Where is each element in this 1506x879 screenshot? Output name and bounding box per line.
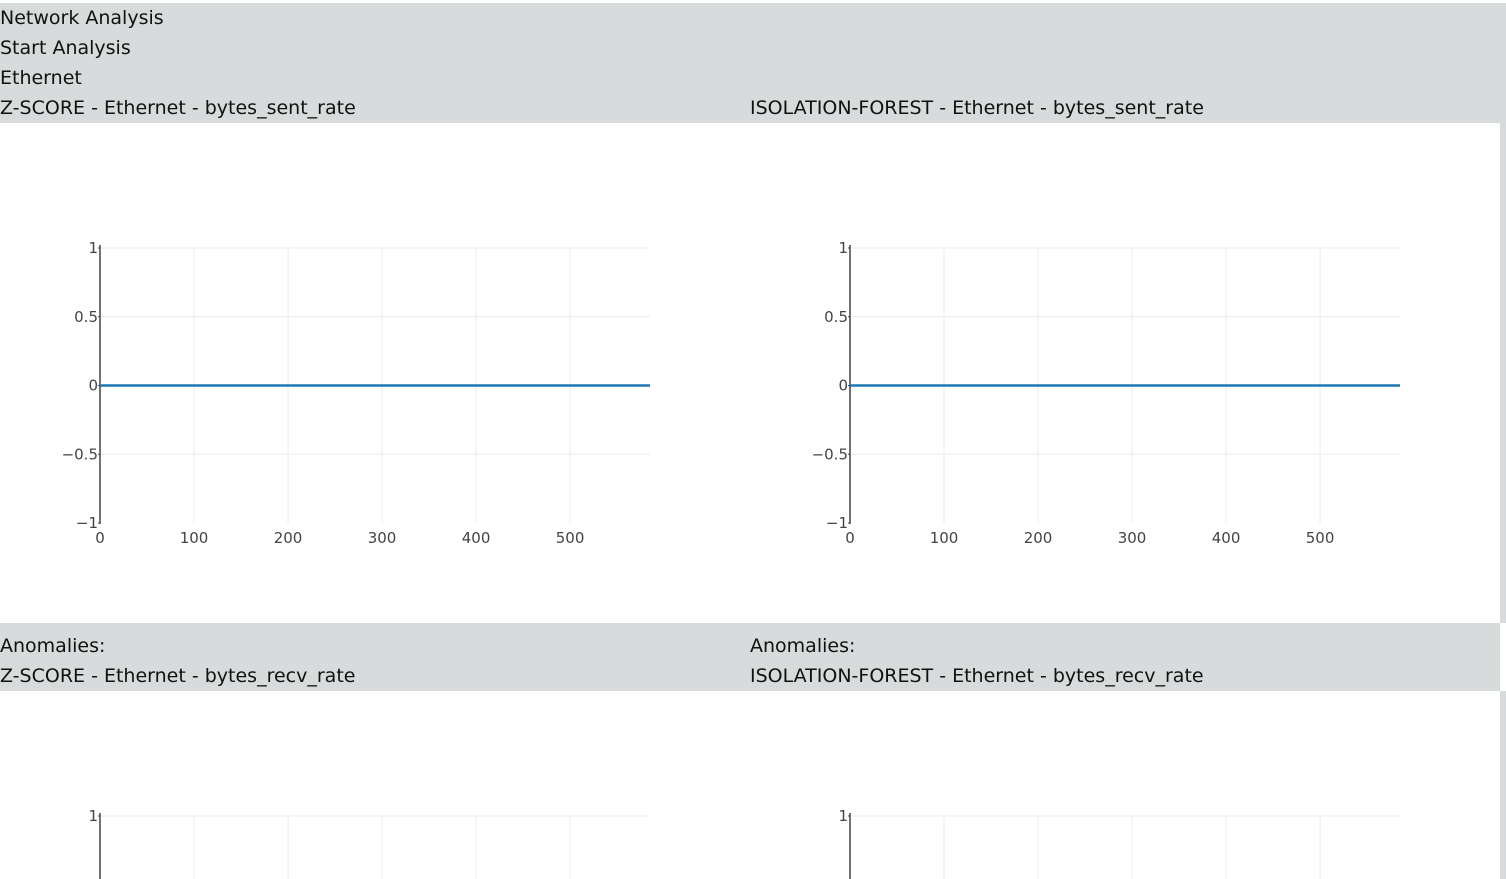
chart0-ytick-label: 0 xyxy=(88,377,98,395)
chart-iforest-recv-svg: 1 xyxy=(838,807,1400,879)
chart-zscore-sent-svg: 10.50−0.5−10 100 200 300 400 500 xyxy=(62,239,650,547)
header-block: Network Analysis Start Analysis Ethernet… xyxy=(0,3,1506,123)
chart0-ytick-label: 0.5 xyxy=(74,308,98,326)
chart-iforest-recv: 1 xyxy=(750,691,1500,879)
chart0-xtick-label: 0 xyxy=(95,529,105,547)
chart1-xtick-label: 300 xyxy=(1118,529,1147,547)
chart0-xtick-label: 500 xyxy=(556,529,585,547)
chart0-xtick-label: 300 xyxy=(368,529,397,547)
chart-title-iforest-recv: ISOLATION-FOREST - Ethernet - bytes_recv… xyxy=(750,665,1204,687)
chart-zscore-recv: 1 xyxy=(0,691,750,879)
chart1-ytick-label: 1 xyxy=(838,239,848,257)
chart0-xtick-label: 400 xyxy=(462,529,491,547)
chart1-xtick-label: 400 xyxy=(1212,529,1241,547)
interface-label: Ethernet xyxy=(0,67,82,89)
chart1-xtick-label: 0 xyxy=(845,529,855,547)
chart1-ytick-label: 0 xyxy=(838,377,848,395)
chart0-ytick-label: −0.5 xyxy=(62,445,98,463)
chart0-xtick-label: 200 xyxy=(274,529,303,547)
chart-title-iforest-sent: ISOLATION-FOREST - Ethernet - bytes_sent… xyxy=(750,97,1204,119)
chart-zscore-recv-svg: 1 xyxy=(88,807,650,879)
chart2-ytick-label: 1 xyxy=(88,807,98,825)
app-title: Network Analysis xyxy=(0,7,164,29)
chart3-ytick-label: 1 xyxy=(838,807,848,825)
start-analysis-button[interactable]: Start Analysis xyxy=(0,33,131,63)
chart1-xtick-label: 500 xyxy=(1306,529,1335,547)
anomalies-label-iforest-sent: Anomalies: xyxy=(750,635,856,657)
chart-iforest-sent-svg: 10.50−0.5−10 100 200 300 400 500 xyxy=(812,239,1400,547)
anomalies-block: Anomalies: Anomalies: Z-SCORE - Ethernet… xyxy=(0,623,1500,691)
right-edge-bar xyxy=(1500,123,1506,623)
chart-title-zscore-sent: Z-SCORE - Ethernet - bytes_sent_rate xyxy=(0,97,356,119)
chart0-xtick-label: 100 xyxy=(180,529,209,547)
right-edge-bar-lower xyxy=(1500,691,1506,879)
chart-title-zscore-recv: Z-SCORE - Ethernet - bytes_recv_rate xyxy=(0,665,356,687)
chart-iforest-sent: 1 0.5 0 −0.5 −1 0 100 200 300 400 500 xyxy=(750,123,1500,623)
anomalies-label-zscore-sent: Anomalies: xyxy=(0,635,106,657)
chart1-xtick-label: 100 xyxy=(930,529,959,547)
chart0-ytick-label: 1 xyxy=(88,239,98,257)
chart1-xtick-label: 200 xyxy=(1024,529,1053,547)
chart1-ytick-label: −0.5 xyxy=(812,445,848,463)
chart1-ytick-label: 0.5 xyxy=(824,308,848,326)
chart-zscore-sent: 1 0.5 0 −0.5 −1 0 100 200 300 400 500 xyxy=(0,123,750,623)
page: Network Analysis Start Analysis Ethernet… xyxy=(0,0,1506,879)
